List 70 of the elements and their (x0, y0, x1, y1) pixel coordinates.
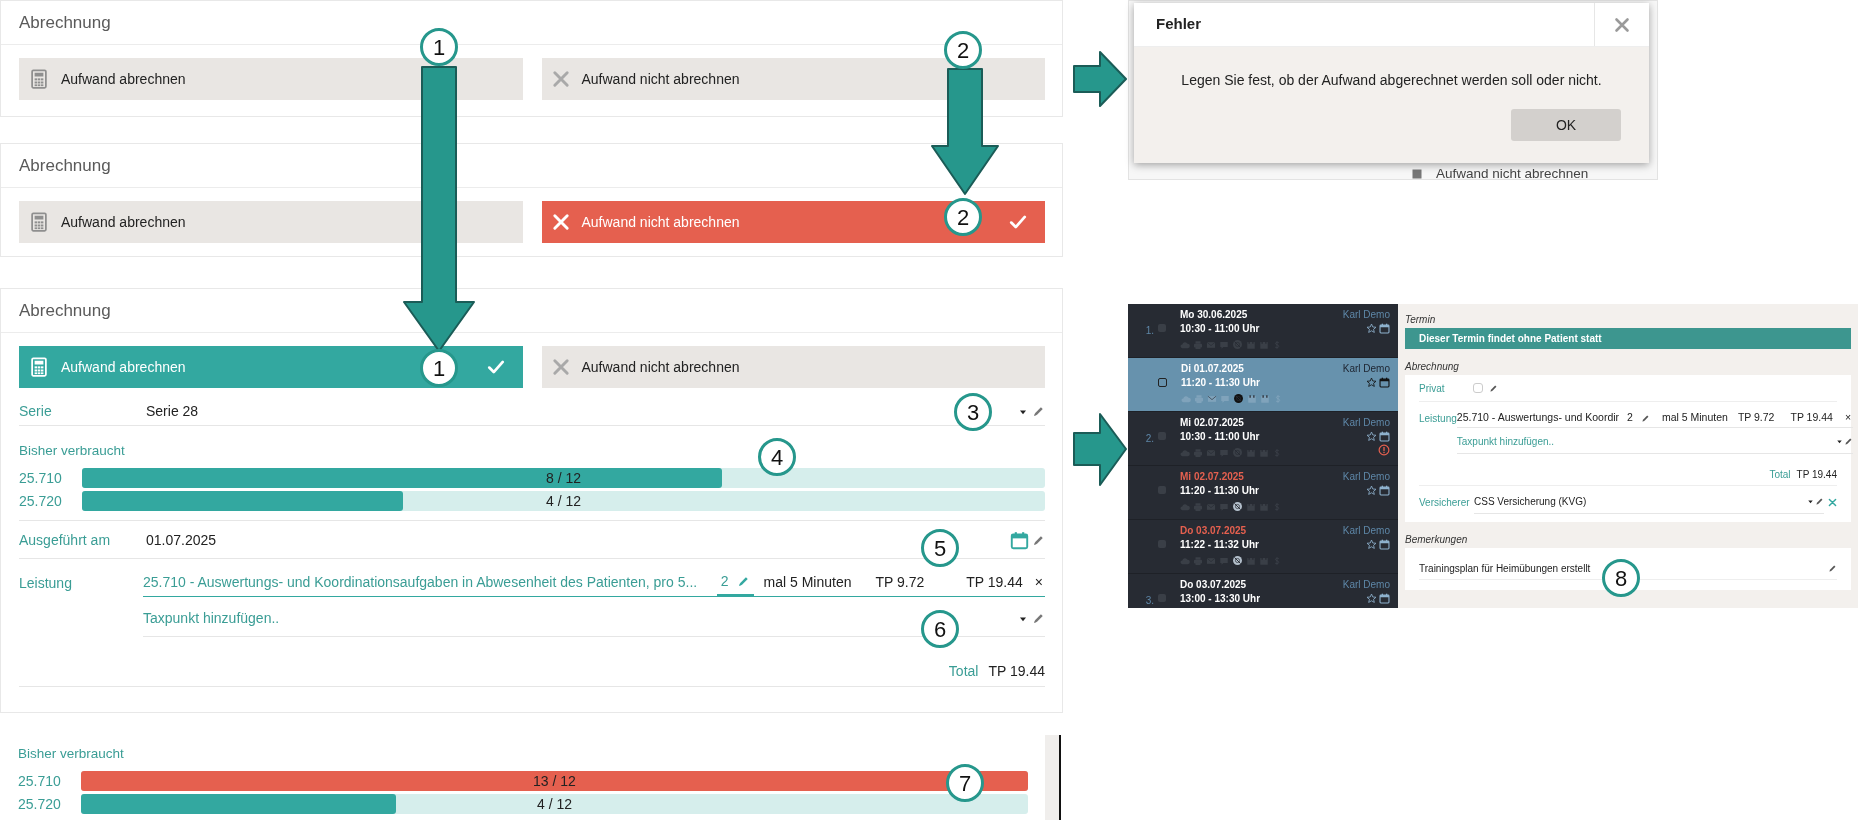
service-text[interactable]: 25.710 - Auswertungs- und Koordir (1456, 410, 1620, 426)
field-label: Privat (1419, 381, 1446, 396)
appointment-time: 11:20 - 11:30 Uhr (1180, 484, 1260, 498)
option-label: Aufwand nicht abrechnen (1436, 165, 1589, 183)
unit-points: TP 9.72 (1737, 410, 1775, 426)
total-label: Total (948, 662, 979, 681)
appointment-time: 11:20 - 11:30 Uhr (1181, 376, 1261, 390)
appointment-date: Mi 02.07.2025 (1180, 470, 1245, 484)
section-label: Bisher verbraucht (19, 441, 125, 460)
person-name: Karl Demo (1342, 470, 1390, 484)
item-number: 3. (1145, 594, 1154, 608)
section-heading: Termin (1405, 313, 1437, 327)
total-value: TP 19.44 (1796, 468, 1837, 482)
appointment-date: Mo 30.06.2025 (1180, 308, 1249, 322)
total-label: Total (1769, 468, 1791, 482)
appointment-time: 13:00 - 13:30 Uhr (1180, 592, 1261, 606)
ok-button[interactable]: OK (1511, 109, 1621, 141)
code-label: 25.710 (19, 468, 63, 488)
option-button[interactable]: Aufwand nicht abrechnen (541, 58, 1045, 100)
field-label: Ausgeführt am (19, 531, 112, 550)
field-value: Serie 28 (146, 402, 199, 421)
appointment-item[interactable]: Mi 02.07.2025 11:20 - 11:30 Uhr Karl Demo (1128, 466, 1398, 520)
field-label: Versicherer (1419, 495, 1471, 510)
appointment-date: Do 03.07.2025 (1180, 524, 1248, 538)
info-banner: Dieser Termin findet ohne Patient statt (1405, 328, 1851, 349)
code-label: 25.720 (19, 491, 63, 511)
field-value: 01.07.2025 (146, 531, 217, 550)
total-points: TP 19.44 (966, 573, 1023, 592)
item-number: 2. (1145, 432, 1154, 446)
section-heading: Bemerkungen (1405, 533, 1469, 547)
person-name: Karl Demo (1342, 308, 1390, 322)
appointment-time: 11:22 - 11:32 Uhr (1180, 538, 1260, 552)
appointment-time: 10:30 - 11:00 Uhr (1180, 430, 1261, 444)
appointment-item[interactable]: Do 03.07.2025 11:22 - 11:32 Uhr Karl Demo (1128, 520, 1398, 574)
dialog-message: Legen Sie fest, ob der Aufwand abgerechnet werden soll oder nicht. (1180, 71, 1603, 90)
item-number: 1. (1145, 324, 1154, 338)
appointment-date: Di 01.07.2025 (1181, 362, 1245, 376)
unit-text: mal 5 Minuten (1661, 410, 1728, 426)
total-points: TP 19.44 (1790, 410, 1833, 426)
person-name: Karl Demo (1342, 524, 1390, 538)
remove-button[interactable]: × (1032, 572, 1045, 593)
option-button[interactable]: Aufwand abrechnen (19, 201, 523, 243)
code-label: 25.720 (18, 794, 62, 814)
code-label: 25.710 (18, 771, 62, 791)
total-value: TP 19.44 (988, 662, 1045, 681)
appointment-date: Mi 02.07.2025 (1180, 416, 1245, 430)
section-heading: Abrechnung (1405, 360, 1460, 374)
appointment-item[interactable]: 2. Mi 02.07.2025 10:30 - 11:00 Uhr Karl Demo (1128, 412, 1398, 466)
unit-points: TP 9.72 (875, 573, 925, 592)
field-label: Leistung (19, 574, 73, 593)
option-button[interactable]: Aufwand nicht abrechnen (541, 346, 1045, 388)
option-button[interactable]: Aufwand abrechnen (19, 58, 523, 100)
progress-reading: 4 / 12 (537, 794, 572, 814)
person-name: Karl Demo (1342, 362, 1390, 376)
progress-reading: 8 / 12 (546, 468, 581, 488)
insurer-value[interactable]: CSS Versicherung (KVG) (1474, 494, 1806, 509)
field-label: Serie (19, 402, 53, 421)
progress-reading: 4 / 12 (546, 491, 581, 511)
progress-reading: 13 / 12 (533, 771, 576, 791)
person-name: Karl Demo (1342, 416, 1390, 430)
unit-text: mal 5 Minuten (763, 573, 852, 592)
field-label: Leistung (1419, 412, 1457, 426)
appointment-date: Do 03.07.2025 (1180, 578, 1248, 592)
quantity-value[interactable]: 2 (1627, 410, 1633, 426)
appointment-time: 10:30 - 11:00 Uhr (1180, 322, 1261, 336)
dialog-title: Fehler (1155, 14, 1202, 35)
appointment-item[interactable]: Di 01.07.2025 11:20 - 11:30 Uhr Karl Demo (1128, 358, 1398, 412)
section-label: Bisher verbraucht (18, 744, 124, 763)
remove-button[interactable]: × (1842, 410, 1854, 426)
person-name: Karl Demo (1342, 578, 1390, 592)
